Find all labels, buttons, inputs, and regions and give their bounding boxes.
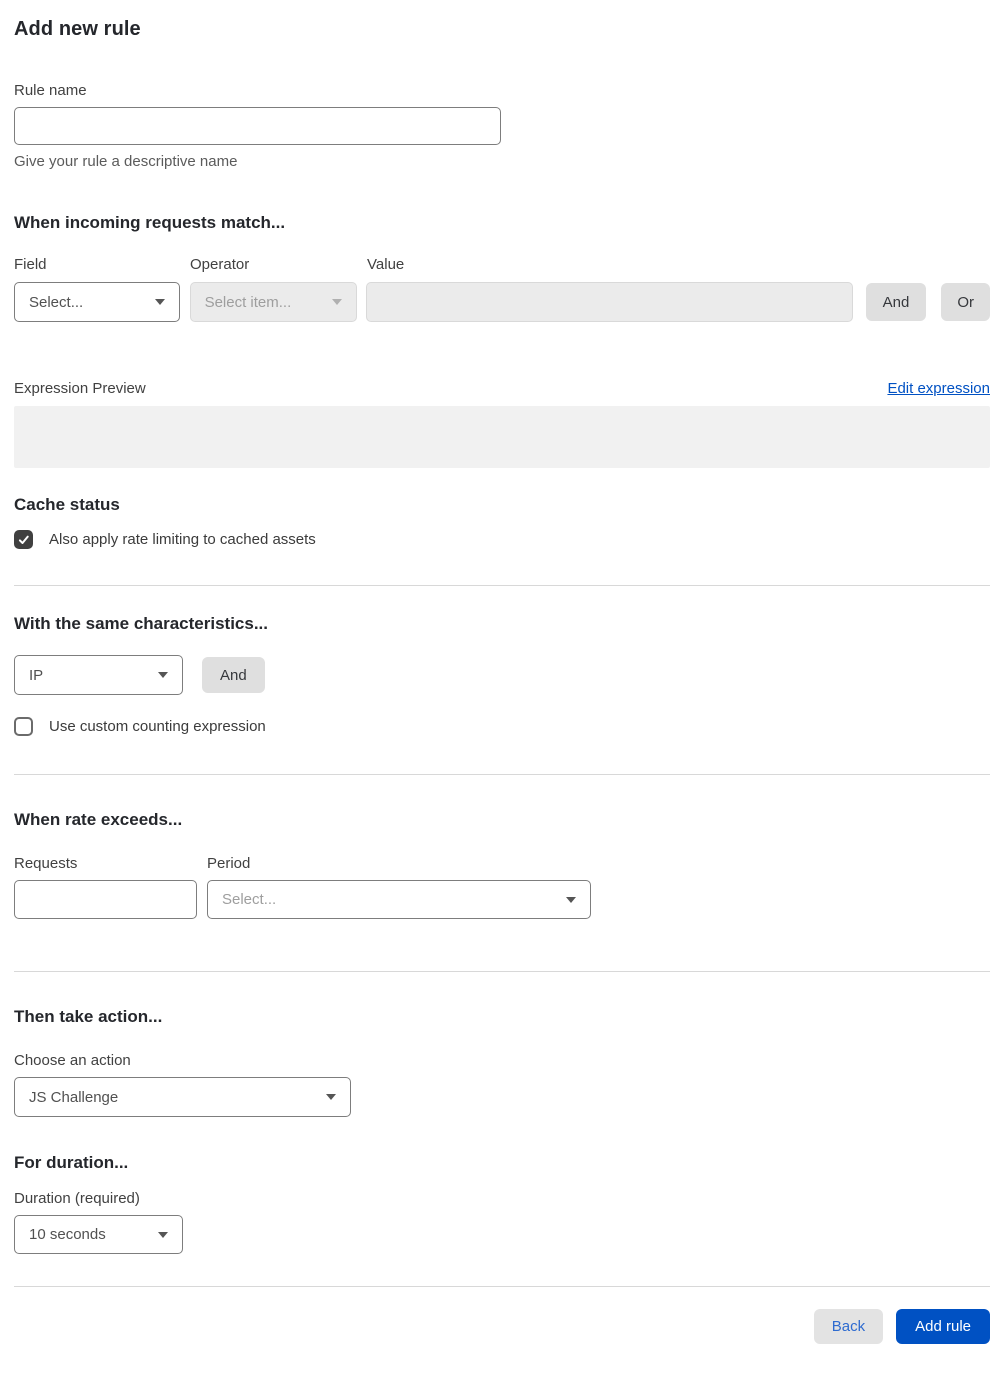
duration-select-value: 10 seconds [29,1226,106,1243]
section-divider [14,585,990,586]
and-button[interactable]: And [865,283,927,321]
chevron-down-icon [158,1231,168,1238]
characteristics-row: IP And [14,655,990,695]
rate-labels: Requests Period [14,855,990,872]
rate-section: When rate exceeds... Requests Period Sel… [14,810,990,919]
duration-select[interactable]: 10 seconds [14,1215,183,1254]
footer-actions: Back Add rule [14,1309,990,1344]
rule-name-helper: Give your rule a descriptive name [14,153,238,170]
cached-assets-checkbox[interactable] [14,530,33,549]
action-select[interactable]: JS Challenge [14,1077,351,1117]
chevron-down-icon [566,896,576,903]
characteristics-section: With the same characteristics... IP And … [14,614,990,736]
characteristics-heading: With the same characteristics... [14,614,269,633]
custom-counting-row: Use custom counting expression [14,717,990,736]
expression-preview-box [14,406,990,468]
page-title: Add new rule [14,18,141,40]
cache-status-heading: Cache status [14,495,120,514]
custom-counting-checkbox[interactable] [14,717,33,736]
action-section: Then take action... Choose an action JS … [14,1007,990,1117]
operator-label: Operator [190,256,250,273]
chevron-down-icon [154,299,165,305]
requests-input[interactable] [14,880,197,919]
action-select-value: JS Challenge [29,1088,119,1106]
chevron-down-icon [332,299,343,305]
add-rule-page: Add new rule Rule name Give your rule a … [0,0,1002,1374]
section-divider [14,971,990,972]
cache-checkbox-row: Also apply rate limiting to cached asset… [14,530,990,549]
field-select[interactable]: Select... [14,282,180,322]
duration-heading: For duration... [14,1153,129,1172]
cache-status-section: Cache status Also apply rate limiting to… [14,495,990,549]
rate-row: Select... [14,880,990,919]
chevron-down-icon [326,1094,336,1100]
check-icon [18,535,29,544]
field-label: Field [14,256,47,273]
rate-heading: When rate exceeds... [14,810,183,829]
choose-action-label: Choose an action [14,1052,131,1069]
add-rule-button[interactable]: Add rule [896,1309,990,1344]
or-button[interactable]: Or [941,283,990,321]
period-label: Period [207,855,251,872]
period-select-value: Select... [222,891,277,908]
action-heading: Then take action... [14,1007,163,1026]
period-select[interactable]: Select... [207,880,591,919]
characteristic-select-value: IP [29,666,44,684]
back-button[interactable]: Back [813,1309,884,1344]
duration-label: Duration (required) [14,1190,140,1207]
expression-preview-label: Expression Preview [14,380,146,397]
rule-name-label: Rule name [14,82,87,99]
section-divider [14,774,990,775]
footer-divider [14,1286,990,1287]
value-label: Value [367,256,405,273]
requests-label: Requests [14,855,78,872]
match-heading: When incoming requests match... [14,213,286,232]
value-input [366,282,853,322]
field-select-value: Select... [29,293,84,311]
match-section: When incoming requests match... Field Op… [14,213,990,468]
duration-section: For duration... Duration (required) 10 s… [14,1153,990,1254]
rule-name-group: Rule name Give your rule a descriptive n… [14,82,990,170]
operator-select: Select item... [189,282,358,322]
chevron-down-icon [158,672,168,678]
expression-preview-header: Expression Preview Edit expression [14,380,990,397]
match-row: Select... Select item... And Or [14,282,990,322]
add-characteristic-and-button[interactable]: And [202,657,265,693]
match-labels: Field Operator Value [14,256,990,273]
edit-expression-link[interactable]: Edit expression [887,380,990,397]
characteristic-select[interactable]: IP [14,655,183,695]
custom-counting-checkbox-label: Use custom counting expression [49,718,266,735]
operator-select-value: Select item... [204,293,292,311]
rule-name-input[interactable] [14,107,501,145]
cached-assets-checkbox-label: Also apply rate limiting to cached asset… [49,531,316,548]
